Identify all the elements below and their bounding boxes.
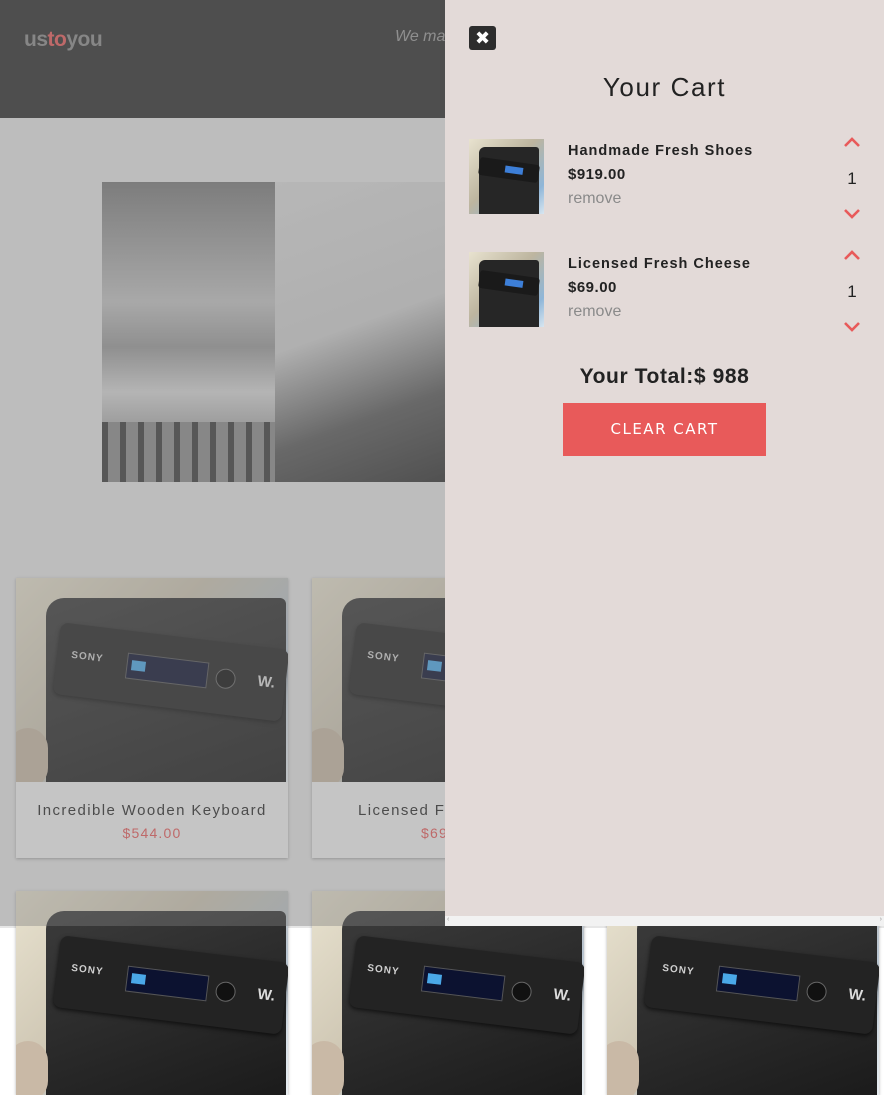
chevron-up-icon [844, 137, 860, 147]
cart-item-name: Licensed Fresh Cheese [568, 256, 751, 272]
cart-item-quantity: 1 [847, 169, 857, 188]
chevron-up-icon [844, 250, 860, 260]
scroll-left-icon[interactable]: ‹ [447, 916, 449, 923]
remove-item-button[interactable]: remove [568, 190, 621, 208]
cart-item-price: $69.00 [568, 279, 617, 296]
chevron-down-icon [844, 209, 860, 219]
close-icon: ✖ [474, 28, 491, 48]
cart-item: Handmade Fresh Shoes $919.00 remove 1 [445, 137, 884, 221]
decrease-quantity-button[interactable] [842, 318, 862, 334]
cart-item-price: $919.00 [568, 166, 626, 183]
increase-quantity-button[interactable] [842, 248, 862, 264]
decrease-quantity-button[interactable] [842, 205, 862, 221]
cart-item-image [469, 139, 544, 214]
scroll-right-icon[interactable]: › [880, 916, 882, 923]
cart-item-quantity: 1 [847, 282, 857, 301]
cart-item: Licensed Fresh Cheese $69.00 remove 1 [445, 250, 884, 334]
cart-item-name: Handmade Fresh Shoes [568, 143, 754, 159]
close-cart-button[interactable]: ✖ [469, 26, 496, 50]
clear-cart-button[interactable]: CLEAR CART [563, 403, 766, 456]
increase-quantity-button[interactable] [842, 135, 862, 151]
cart-panel: ✖ Your Cart Handmade Fresh Shoes $919.00… [445, 0, 884, 916]
cart-title: Your Cart [602, 72, 727, 102]
chevron-down-icon [844, 322, 860, 332]
cart-scrollbar[interactable]: ‹ › [445, 916, 884, 926]
cart-item-image [469, 252, 544, 327]
remove-item-button[interactable]: remove [568, 303, 621, 321]
cart-total: Your Total:$ 988 [579, 365, 750, 388]
